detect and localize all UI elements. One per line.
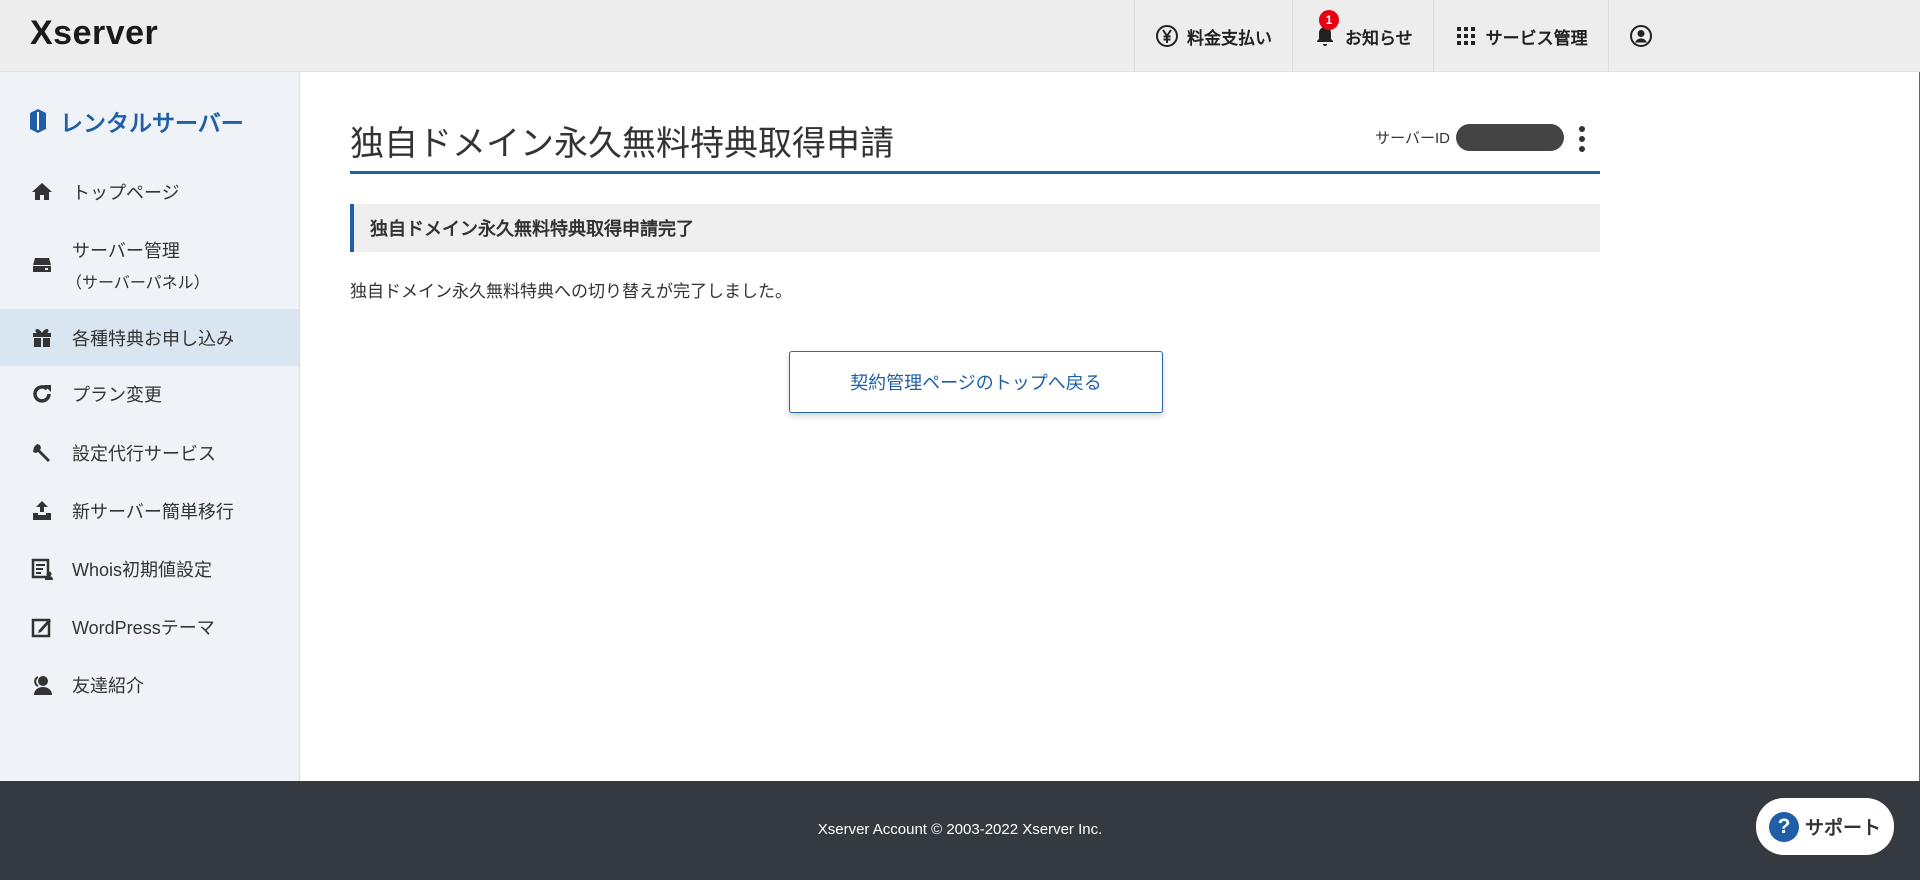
- yen-icon: [1156, 25, 1178, 47]
- header-nav: 料金支払い 1 お知らせ サービス管理: [1134, 0, 1693, 72]
- page-title: 独自ドメイン永久無料特典取得申請: [350, 125, 894, 163]
- grid-icon: [1456, 27, 1475, 45]
- back-to-top-button[interactable]: 契約管理ページのトップへ戻る: [789, 351, 1163, 413]
- sidebar-item-wordpress-theme[interactable]: WordPressテーマ: [0, 610, 299, 644]
- service-management-button[interactable]: サービス管理: [1432, 0, 1608, 72]
- sidebar: レンタルサーバー トップページ サーバー管理 （サーバーパネル） 各種特典お申し込…: [0, 72, 300, 781]
- sidebar-item-benefits[interactable]: 各種特典お申し込み: [0, 309, 299, 366]
- footer: Xserver Account © 2003-2022 Xserver Inc.…: [0, 781, 1920, 880]
- sidebar-item-plan-change[interactable]: プラン変更: [0, 377, 299, 411]
- support-label: サポート: [1804, 818, 1881, 839]
- sidebar-item-sublabel: （サーバーパネル）: [66, 275, 210, 292]
- sidebar-item-top[interactable]: トップページ: [0, 175, 299, 209]
- sidebar-item-label-main: サーバー管理: [72, 241, 180, 261]
- sidebar-item-label: プラン変更: [72, 385, 162, 405]
- notifications-button[interactable]: 1 お知らせ: [1292, 0, 1433, 72]
- logo[interactable]: Xserver: [30, 14, 158, 53]
- sidebar-item-label: 各種特典お申し込み: [72, 328, 234, 349]
- copyright: Xserver Account © 2003-2022 Xserver Inc.: [817, 821, 1103, 838]
- help-icon: ?: [1768, 811, 1799, 842]
- account-button[interactable]: [1607, 0, 1693, 72]
- sidebar-title-label: レンタルサーバー: [60, 110, 244, 136]
- completion-message: 独自ドメイン永久無料特典への切り替えが完了しました。: [350, 282, 792, 301]
- xserver-shield-icon: [30, 109, 46, 133]
- notifications-label: お知らせ: [1345, 28, 1413, 48]
- sidebar-title[interactable]: レンタルサーバー: [28, 104, 244, 138]
- sidebar-item-label: 友達紹介: [72, 676, 144, 696]
- sidebar-item-migration[interactable]: 新サーバー簡単移行: [0, 494, 299, 528]
- sidebar-item-label: トップページ: [72, 183, 180, 203]
- server-id-label: サーバーID: [1375, 130, 1450, 147]
- sidebar-item-referral[interactable]: 友達紹介: [0, 668, 299, 702]
- sidebar-item-label: WordPressテーマ: [72, 618, 215, 638]
- service-management-label: サービス管理: [1485, 28, 1588, 48]
- wrench-icon: [33, 444, 50, 462]
- document-user-icon: [31, 558, 53, 580]
- upload-tray-icon: [33, 501, 51, 520]
- users-icon: [34, 676, 52, 695]
- sidebar-item-label: 設定代行サービス: [72, 444, 216, 464]
- refresh-icon: [33, 385, 51, 403]
- server-id: サーバーID: [1375, 124, 1564, 151]
- header: Xserver 料金支払い 1 お知らせ サービス管理: [0, 0, 1920, 72]
- support-button[interactable]: ? サポート: [1756, 798, 1894, 855]
- section-header: 独自ドメイン永久無料特典取得申請完了: [350, 204, 1600, 252]
- sidebar-item-label: サーバー管理 （サーバーパネル）: [66, 237, 210, 293]
- user-icon: [1629, 25, 1652, 47]
- sidebar-item-setup-service[interactable]: 設定代行サービス: [0, 436, 299, 470]
- more-options-icon[interactable]: [1578, 126, 1586, 152]
- sidebar-item-label: Whois初期値設定: [72, 560, 213, 580]
- sidebar-item-whois[interactable]: Whois初期値設定: [0, 552, 299, 586]
- sidebar-item-server-management[interactable]: サーバー管理 （サーバーパネル）: [0, 235, 299, 295]
- notification-badge: 1: [1319, 10, 1339, 30]
- sidebar-item-label: 新サーバー簡単移行: [72, 502, 234, 522]
- server-icon: [33, 258, 51, 272]
- payment-label: 料金支払い: [1187, 28, 1272, 48]
- payment-button[interactable]: 料金支払い: [1134, 0, 1292, 72]
- gift-icon: [33, 328, 51, 347]
- title-underline: [350, 171, 1600, 174]
- edit-box-icon: [31, 618, 51, 638]
- home-icon: [32, 183, 52, 200]
- server-id-redacted: [1456, 124, 1564, 151]
